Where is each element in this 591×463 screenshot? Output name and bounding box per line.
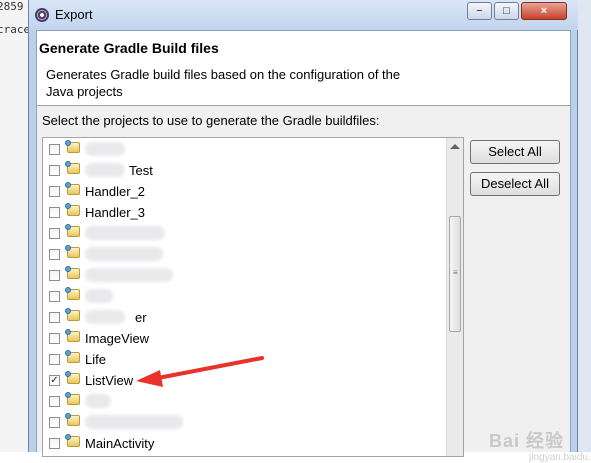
project-row[interactable] xyxy=(43,139,443,160)
project-row[interactable]: ImageView xyxy=(43,328,443,349)
java-project-icon xyxy=(65,287,80,300)
java-project-icon xyxy=(65,308,80,321)
page-title: Generate Gradle Build files xyxy=(39,40,219,56)
project-checkbox[interactable] xyxy=(49,396,60,407)
project-checkbox[interactable] xyxy=(49,207,60,218)
project-checkbox[interactable]: ✓ xyxy=(49,375,60,386)
project-row[interactable] xyxy=(43,412,443,433)
project-label: Handler_2 xyxy=(85,184,145,199)
project-label: er xyxy=(135,310,147,325)
redacted-label xyxy=(85,226,165,240)
project-row[interactable]: Handler_3 xyxy=(43,202,443,223)
redacted-label xyxy=(85,142,125,156)
redacted-label xyxy=(85,268,173,282)
java-project-icon xyxy=(65,140,80,153)
project-checkbox[interactable] xyxy=(49,354,60,365)
project-checkbox[interactable] xyxy=(49,165,60,176)
project-checkbox[interactable] xyxy=(49,228,60,239)
project-checkbox[interactable] xyxy=(49,333,60,344)
project-row[interactable]: Handler_2 xyxy=(43,181,443,202)
watermark-url: jingyan.baidu.com xyxy=(529,452,591,463)
project-checkbox[interactable] xyxy=(49,270,60,281)
java-project-icon xyxy=(65,224,80,237)
redacted-label xyxy=(85,247,163,261)
select-all-button[interactable]: Select All xyxy=(470,140,560,164)
project-label: ListView xyxy=(85,373,134,388)
java-project-icon xyxy=(65,266,80,279)
export-dialog: Export − □ × Generate Gradle Build files… xyxy=(28,0,591,463)
project-selection-label: Select the projects to use to generate t… xyxy=(42,113,380,128)
project-row[interactable]: MainActivity xyxy=(43,433,443,454)
project-label: Life xyxy=(85,352,106,367)
eclipse-icon xyxy=(35,8,49,22)
java-project-icon xyxy=(65,350,80,363)
grip-icon: ≡ xyxy=(453,268,458,277)
background-text-1: 2859 xyxy=(0,0,24,13)
redacted-label xyxy=(85,289,113,303)
project-row[interactable] xyxy=(43,265,443,286)
project-checkbox[interactable] xyxy=(49,144,60,155)
java-project-icon xyxy=(65,245,80,258)
project-checkbox[interactable] xyxy=(49,312,60,323)
project-row[interactable] xyxy=(43,223,443,244)
java-project-icon xyxy=(65,371,80,384)
java-project-icon xyxy=(65,392,80,405)
project-row[interactable]: Test xyxy=(43,160,443,181)
close-button[interactable]: × xyxy=(521,2,567,20)
java-project-icon xyxy=(65,329,80,342)
vertical-scrollbar[interactable]: ≡ xyxy=(446,138,463,456)
project-label: Handler_3 xyxy=(85,205,145,220)
redacted-label xyxy=(85,394,111,408)
background-window-fragment: 2859 crace xyxy=(0,0,28,452)
maximize-button[interactable]: □ xyxy=(494,2,519,20)
deselect-all-button[interactable]: Deselect All xyxy=(470,172,560,196)
project-checkbox[interactable] xyxy=(49,249,60,260)
redacted-label xyxy=(85,415,183,429)
project-list: ≡ Test Handler_2 Handler_3er ImageView Life ✓… xyxy=(42,137,464,457)
project-checkbox[interactable] xyxy=(49,417,60,428)
project-checkbox[interactable] xyxy=(49,438,60,449)
watermark-logo: Bai 经验 xyxy=(489,431,565,451)
page-description: Generates Gradle build files based on th… xyxy=(46,67,401,99)
project-row[interactable]: ✓ ListView xyxy=(43,370,443,391)
scroll-up-arrow-icon[interactable] xyxy=(450,144,460,149)
minimize-button[interactable]: − xyxy=(467,2,492,20)
project-checkbox[interactable] xyxy=(49,186,60,197)
java-project-icon xyxy=(65,182,80,195)
redacted-label xyxy=(85,310,125,324)
project-label: Test xyxy=(129,163,153,178)
project-row[interactable]: Life xyxy=(43,349,443,370)
window-title: Export xyxy=(55,7,93,22)
project-checkbox[interactable] xyxy=(49,291,60,302)
project-row[interactable] xyxy=(43,244,443,265)
background-right-edge xyxy=(578,0,591,452)
dialog-body: Generate Gradle Build files Generates Gr… xyxy=(36,30,591,463)
java-project-icon xyxy=(65,161,80,174)
redacted-label xyxy=(85,163,125,177)
project-row[interactable]: er xyxy=(43,307,443,328)
java-project-icon xyxy=(65,413,80,426)
wizard-header: Generate Gradle Build files Generates Gr… xyxy=(37,31,570,106)
java-project-icon xyxy=(65,434,80,447)
java-project-icon xyxy=(65,203,80,216)
scrollbar-thumb[interactable]: ≡ xyxy=(449,216,461,332)
project-row[interactable] xyxy=(43,391,443,412)
project-row[interactable] xyxy=(43,286,443,307)
project-label: MainActivity xyxy=(85,436,155,451)
background-text-2: crace xyxy=(0,23,28,36)
project-label: ImageView xyxy=(85,331,150,346)
title-bar[interactable]: Export − □ × xyxy=(29,0,578,30)
